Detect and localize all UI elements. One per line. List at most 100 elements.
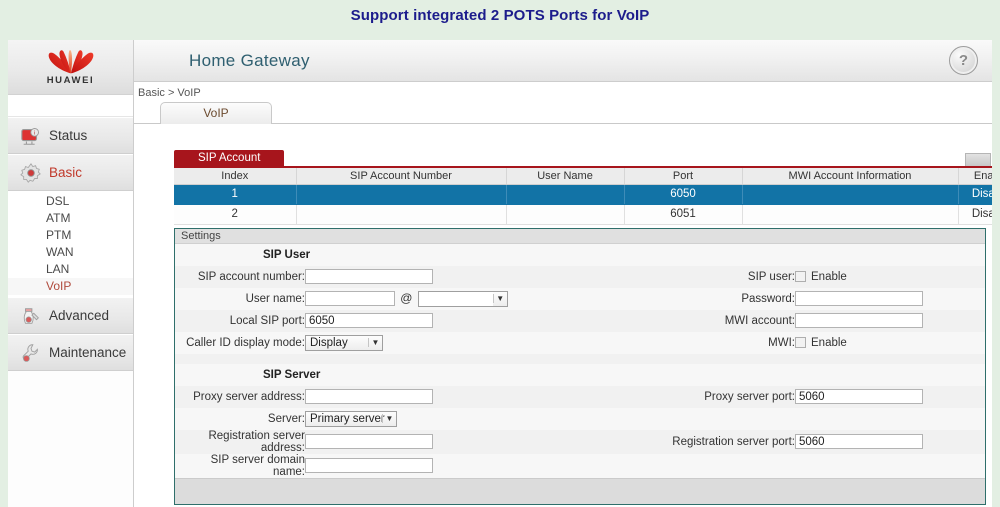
sip-server-domain-name-label-line2: name: [175, 466, 305, 478]
server-label: Server: [175, 408, 305, 430]
page-title: Home Gateway [189, 51, 310, 71]
caller-id-display-mode-row: Caller ID display mode: Display ▼ MWI: [175, 332, 985, 354]
tools-icon [20, 305, 42, 327]
brand-logo: HUAWEI [8, 40, 133, 95]
cell-index: 1 [174, 184, 296, 204]
sidebar-item-label: Maintenance [49, 345, 126, 360]
caller-id-display-mode-select[interactable]: Display ▼ [305, 335, 383, 351]
mwi-enable-checkbox[interactable] [795, 337, 806, 348]
sidebar-item-status[interactable]: i Status [8, 117, 133, 154]
sidebar-item-label: Basic [49, 165, 82, 180]
proxy-server-address-row: Proxy server address: Proxy server port: [175, 386, 985, 408]
column-header-mwi-account-information: MWI Account Information [742, 167, 958, 184]
sip-server-section-row: SIP Server [175, 364, 985, 386]
help-icon[interactable]: ? [949, 46, 978, 75]
cell-index: 2 [174, 204, 296, 224]
proxy-server-port-input[interactable] [795, 389, 923, 404]
table-corner-button[interactable] [965, 153, 991, 166]
sidebar-item-label: Status [49, 128, 87, 143]
sip-account-tab[interactable]: SIP Account [174, 150, 284, 166]
cell-user-name [506, 204, 624, 224]
registration-server-port-input[interactable] [795, 434, 923, 449]
sidebar-subitem-ptm[interactable]: PTM [8, 227, 133, 244]
cell-enable: Disable [958, 184, 992, 204]
tab-voip[interactable]: VoIP [160, 102, 272, 124]
sip-user-section-title: SIP User [175, 244, 605, 266]
sidebar: HUAWEI i Status Basic DSL ATM PTM [8, 40, 134, 507]
proxy-server-address-input[interactable] [305, 389, 433, 404]
user-domain-select[interactable]: ▼ [418, 291, 508, 307]
user-name-row: User name: @ ▼ Password: [175, 288, 985, 310]
password-label: Password: [605, 288, 795, 310]
table-row[interactable]: 1 6050 Disable [174, 184, 992, 204]
brand-name: HUAWEI [47, 75, 95, 86]
chevron-down-icon: ▼ [382, 414, 396, 423]
sip-account-number-row: SIP account number: SIP user: Enable [175, 266, 985, 288]
sidebar-item-advanced[interactable]: Advanced [8, 297, 133, 334]
sidebar-subitem-wan[interactable]: WAN [8, 244, 133, 261]
column-header-user-name: User Name [506, 167, 624, 184]
registration-server-port-label: Registration server port: [605, 430, 795, 454]
sip-server-domain-name-input[interactable] [305, 458, 433, 473]
section-gap-row [175, 354, 985, 364]
sidebar-spacer [8, 95, 133, 117]
registration-server-address-row: Registration server address: Registratio… [175, 430, 985, 454]
mwi-account-input[interactable] [795, 313, 923, 328]
column-header-port: Port [624, 167, 742, 184]
caller-id-display-mode-value: Display [306, 337, 368, 349]
title-bar: Home Gateway ? [134, 40, 992, 82]
voip-panel: SIP Account Index SIP Account Number Use… [174, 150, 992, 507]
content-area: Home Gateway ? Basic > VoIP VoIP SIP Acc… [134, 40, 992, 507]
chevron-down-icon: ▼ [368, 338, 382, 347]
settings-footer-bar [175, 478, 985, 504]
registration-server-address-input[interactable] [305, 434, 433, 449]
cell-sip-account-number [296, 204, 506, 224]
local-sip-port-label: Local SIP port: [175, 310, 305, 332]
sidebar-subitem-voip[interactable]: VoIP [8, 278, 133, 295]
sip-account-number-input[interactable] [305, 269, 433, 284]
sip-user-section-row: SIP User [175, 244, 985, 266]
svg-text:i: i [34, 130, 35, 136]
sidebar-subitem-dsl[interactable]: DSL [8, 193, 133, 210]
cell-mwi-account-information [742, 184, 958, 204]
settings-title: Settings [175, 229, 985, 244]
sidebar-item-label: Advanced [49, 308, 109, 323]
sidebar-item-maintenance[interactable]: Maintenance [8, 334, 133, 371]
sip-server-domain-name-label: SIP server domain name: [175, 454, 305, 478]
registration-server-address-label: Registration server address: [175, 430, 305, 454]
sip-server-domain-name-row: SIP server domain name: [175, 454, 985, 478]
cell-port: 6050 [624, 184, 742, 204]
sip-user-enable-checkbox-label: Enable [811, 271, 847, 283]
mwi-enable-checkbox-label: Enable [811, 337, 847, 349]
sidebar-submenu-basic: DSL ATM PTM WAN LAN VoIP [8, 191, 133, 297]
column-header-index: Index [174, 167, 296, 184]
user-domain-select-value [419, 292, 493, 306]
proxy-server-port-label: Proxy server port: [605, 386, 795, 408]
settings-box: Settings SIP User SIP account number: SI… [174, 228, 986, 505]
column-header-sip-account-number: SIP Account Number [296, 167, 506, 184]
chevron-down-icon: ▼ [493, 294, 507, 303]
sip-server-domain-name-label-line1: SIP server domain [175, 454, 305, 466]
sip-user-enable-label: SIP user: [605, 266, 795, 288]
password-input[interactable] [795, 291, 923, 306]
sidebar-subitem-atm[interactable]: ATM [8, 210, 133, 227]
sip-account-table: Index SIP Account Number User Name Port … [174, 166, 992, 225]
cell-mwi-account-information [742, 204, 958, 224]
sidebar-item-basic[interactable]: Basic [8, 154, 133, 191]
huawei-flower-logo [43, 50, 99, 74]
table-row[interactable]: 2 6051 Disable [174, 204, 992, 224]
local-sip-port-input[interactable] [305, 313, 433, 328]
user-name-input[interactable] [305, 291, 395, 306]
gear-icon [20, 162, 42, 184]
cell-enable: Disable [958, 204, 992, 224]
registration-server-address-label-line2: address: [175, 442, 305, 454]
server-row: Server: Primary server ▼ [175, 408, 985, 430]
cell-port: 6051 [624, 204, 742, 224]
sip-account-number-label: SIP account number: [175, 266, 305, 288]
sidebar-subitem-lan[interactable]: LAN [8, 261, 133, 278]
server-select[interactable]: Primary server ▼ [305, 411, 397, 427]
status-monitor-icon: i [20, 125, 42, 147]
sip-user-enable-checkbox[interactable] [795, 271, 806, 282]
tab-bar: VoIP [134, 102, 992, 124]
cell-sip-account-number [296, 184, 506, 204]
